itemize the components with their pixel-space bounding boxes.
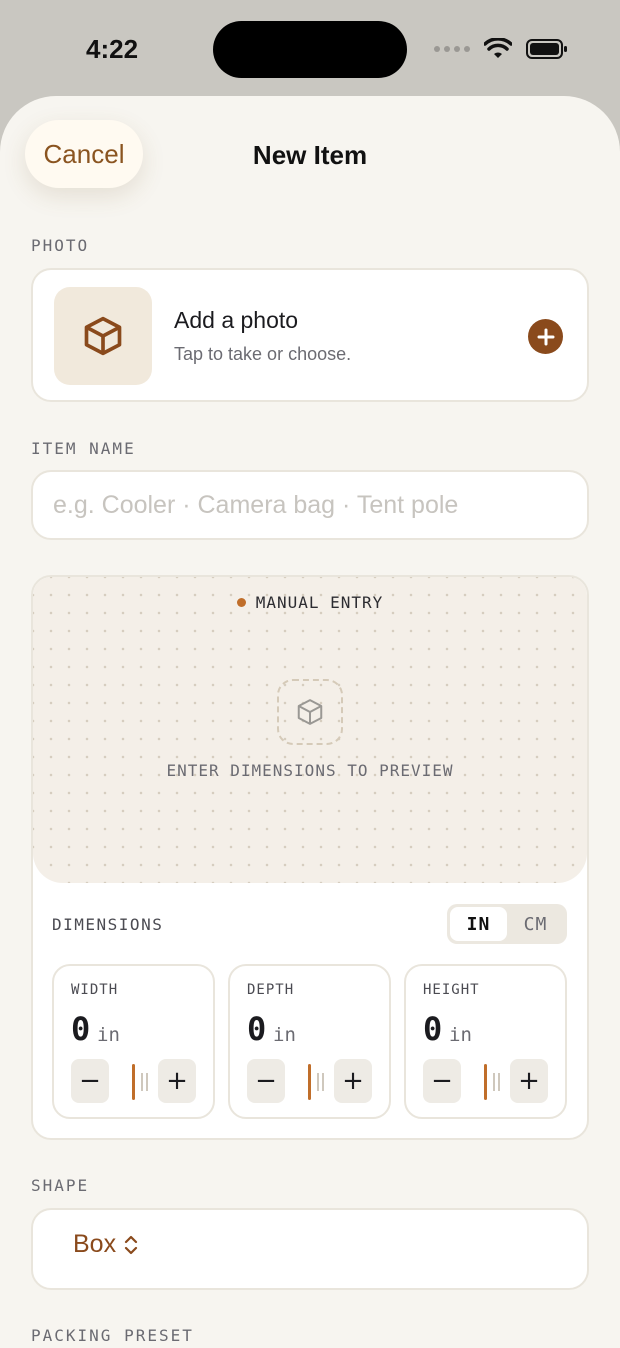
height-value[interactable]: 0 <box>423 1010 442 1048</box>
item-name-input[interactable] <box>53 472 553 538</box>
width-increment-button[interactable]: + <box>158 1059 196 1103</box>
preview-hint: ENTER DIMENSIONS TO PREVIEW <box>166 761 454 780</box>
status-icons <box>434 38 568 60</box>
unit-option-cm[interactable]: CM <box>507 907 564 941</box>
wifi-icon <box>484 38 512 58</box>
page-title: New Item <box>252 140 368 170</box>
unit-option-in[interactable]: IN <box>450 907 507 941</box>
width-decrement-button[interactable]: − <box>71 1059 109 1103</box>
status-time: 4:22 <box>86 34 139 64</box>
depth-value[interactable]: 0 <box>247 1010 266 1048</box>
unit-toggle[interactable]: IN CM <box>447 904 567 944</box>
add-photo-title: Add a photo <box>174 307 299 333</box>
dimensions-card: MANUAL ENTRY ENTER DIMENSIONS TO PREVIEW… <box>31 575 589 1140</box>
slider-handle[interactable] <box>132 1064 135 1100</box>
depth-field: DEPTH 0 in − + <box>228 964 391 1119</box>
dynamic-island <box>213 21 407 78</box>
height-field: HEIGHT 0 in − + <box>404 964 567 1119</box>
dimension-preview: MANUAL ENTRY ENTER DIMENSIONS TO PREVIEW <box>33 577 587 883</box>
box-icon <box>84 316 122 356</box>
item-name-field[interactable] <box>31 470 589 540</box>
manual-entry-label: MANUAL ENTRY <box>255 593 384 612</box>
preview-placeholder <box>277 679 343 745</box>
photo-section-label: PHOTO <box>31 236 90 255</box>
add-photo-card[interactable]: Add a photo Tap to take or choose. <box>31 268 589 402</box>
depth-unit: in <box>273 1024 296 1046</box>
battery-icon <box>526 39 567 59</box>
photo-placeholder <box>54 287 152 385</box>
new-item-sheet: Cancel New Item PHOTO Add a photo Tap to… <box>0 96 620 1348</box>
shape-field[interactable]: Box <box>31 1208 589 1290</box>
height-decrement-button[interactable]: − <box>423 1059 461 1103</box>
packing-preset-section-label: PACKING PRESET <box>31 1326 194 1345</box>
manual-entry-tag: MANUAL ENTRY <box>33 593 587 612</box>
depth-label: DEPTH <box>247 982 295 998</box>
depth-increment-button[interactable]: + <box>334 1059 372 1103</box>
height-label: HEIGHT <box>423 982 480 998</box>
status-dot-icon <box>236 598 246 607</box>
width-field: WIDTH 0 in − + <box>52 964 215 1119</box>
slider-handle[interactable] <box>308 1064 311 1100</box>
height-unit: in <box>449 1024 472 1046</box>
add-photo-subtitle: Tap to take or choose. <box>174 344 352 364</box>
shape-value: Box <box>73 1230 117 1258</box>
dimensions-section-label: DIMENSIONS <box>52 915 164 934</box>
depth-decrement-button[interactable]: − <box>247 1059 285 1103</box>
item-name-section-label: ITEM NAME <box>31 439 136 458</box>
slider-handle[interactable] <box>484 1064 487 1100</box>
height-increment-button[interactable]: + <box>510 1059 548 1103</box>
add-photo-plus-icon[interactable] <box>528 319 563 354</box>
chevron-up-down-icon <box>124 1235 138 1254</box>
shape-select[interactable]: Box <box>73 1230 138 1259</box>
signal-icon <box>434 46 470 52</box>
box-outline-icon <box>297 699 323 725</box>
width-unit: in <box>97 1024 120 1046</box>
width-value[interactable]: 0 <box>71 1010 90 1048</box>
shape-section-label: SHAPE <box>31 1176 90 1195</box>
width-label: WIDTH <box>71 982 119 998</box>
